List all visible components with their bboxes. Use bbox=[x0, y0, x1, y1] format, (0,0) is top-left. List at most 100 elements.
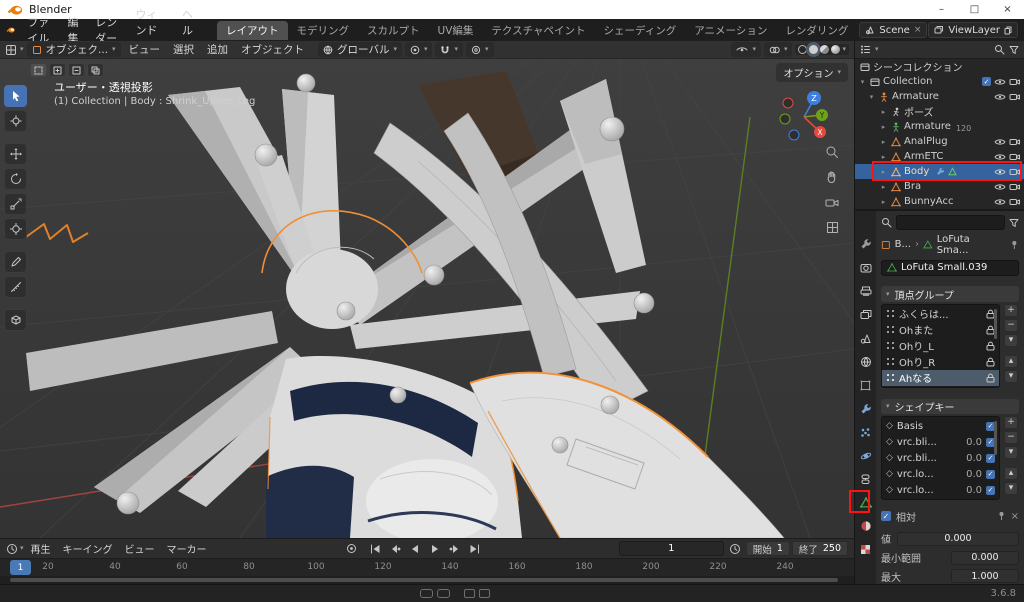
frame-start-field[interactable]: 開始 1 bbox=[746, 541, 790, 556]
pan-hand-icon[interactable] bbox=[823, 168, 841, 186]
disable-render-camera-icon[interactable] bbox=[1009, 77, 1020, 86]
menu-marker[interactable]: マーカー bbox=[162, 541, 212, 556]
move-group-down-button[interactable]: ▾ bbox=[1004, 370, 1018, 383]
tab-layout[interactable]: レイアウト bbox=[217, 21, 288, 40]
menu-timeline-view[interactable]: ビュー bbox=[120, 541, 160, 556]
shape-key-row[interactable]: ◇ vrc.lo... 0.0 ✓ bbox=[882, 482, 999, 498]
tab-object-data-icon[interactable] bbox=[858, 496, 874, 510]
collection-checkbox[interactable]: ✓ bbox=[982, 77, 991, 86]
expand-icon[interactable]: ▸ bbox=[879, 168, 888, 176]
outliner-editor-icon[interactable] bbox=[860, 44, 871, 55]
lock-icon[interactable] bbox=[986, 373, 995, 383]
tab-render-icon[interactable] bbox=[858, 261, 874, 275]
shading-wireframe-icon[interactable] bbox=[798, 45, 807, 54]
outliner-row-bra[interactable]: ▸ Bra bbox=[855, 179, 1024, 194]
expand-icon[interactable]: ▸ bbox=[879, 123, 888, 131]
outliner-row-armature[interactable]: ▾ Armature bbox=[855, 89, 1024, 104]
relative-checkbox[interactable]: ✓ bbox=[881, 511, 891, 521]
3d-viewport[interactable]: ユーザー・透視投影 (1) Collection | Body : Shrink… bbox=[0, 59, 854, 538]
vertex-group-specials-button[interactable]: ▾ bbox=[1004, 334, 1018, 347]
orientation-dropdown[interactable]: グローバル ▾ bbox=[318, 42, 402, 57]
tab-modifiers-icon[interactable] bbox=[858, 402, 874, 416]
shape-key-checkbox[interactable]: ✓ bbox=[986, 470, 995, 479]
outliner-editor-caret-icon[interactable]: ▾ bbox=[875, 46, 879, 53]
jump-to-end-button[interactable] bbox=[466, 541, 483, 556]
rotate-tool[interactable] bbox=[4, 168, 27, 190]
hide-eye-icon[interactable] bbox=[994, 198, 1006, 206]
menu-playback[interactable]: 再生 bbox=[26, 541, 56, 556]
clock-icon[interactable] bbox=[6, 543, 18, 555]
expand-icon[interactable]: ▾ bbox=[858, 78, 867, 86]
tab-world-icon[interactable] bbox=[858, 355, 874, 369]
remove-shape-key-button[interactable]: − bbox=[1004, 431, 1018, 444]
tab-uv-editing[interactable]: UV編集 bbox=[429, 21, 483, 40]
remove-vertex-group-button[interactable]: − bbox=[1004, 319, 1018, 332]
range-max-field[interactable]: 1.000 bbox=[951, 569, 1019, 583]
expand-icon[interactable]: ▸ bbox=[879, 108, 888, 116]
disable-render-camera-icon[interactable] bbox=[1009, 197, 1020, 206]
breadcrumb-data[interactable]: LoFuta Sma... bbox=[937, 234, 1003, 256]
filter-funnel-icon[interactable] bbox=[1009, 45, 1019, 55]
menu-select[interactable]: 選択 bbox=[168, 42, 199, 57]
shape-key-row[interactable]: ◇ vrc.bli... 0.0 ✓ bbox=[882, 434, 999, 450]
options-button[interactable]: オプション ▾ bbox=[776, 63, 848, 82]
vertex-group-row[interactable]: ふくらは... bbox=[882, 306, 999, 322]
zoom-icon[interactable] bbox=[823, 143, 841, 161]
shape-key-checkbox[interactable]: ✓ bbox=[986, 454, 995, 463]
vertex-group-row-active[interactable]: Ahなる bbox=[882, 370, 999, 386]
tab-viewlayer-icon[interactable] bbox=[858, 308, 874, 322]
mesh-name-field[interactable]: LoFuta Small.039 bbox=[881, 260, 1019, 277]
lock-icon[interactable] bbox=[986, 341, 995, 351]
outliner-row-armetc[interactable]: ▸ ArmETC bbox=[855, 149, 1024, 164]
shape-key-row[interactable]: ◇ Basis ✓ bbox=[882, 418, 999, 434]
expand-icon[interactable]: ▸ bbox=[879, 183, 888, 191]
tab-particles-icon[interactable] bbox=[858, 425, 874, 439]
auto-key-button[interactable] bbox=[343, 541, 360, 556]
vertex-groups-header[interactable]: ▾ 頂点グループ bbox=[881, 286, 1019, 302]
disable-render-camera-icon[interactable] bbox=[1009, 92, 1020, 101]
pin-icon[interactable] bbox=[997, 511, 1006, 521]
select-mode-new-icon[interactable] bbox=[30, 63, 47, 77]
shading-solid-icon[interactable] bbox=[809, 45, 818, 54]
select-mode-extend-icon[interactable] bbox=[49, 63, 66, 77]
tab-object-icon[interactable] bbox=[858, 378, 874, 392]
search-icon[interactable] bbox=[994, 44, 1005, 55]
hide-eye-icon[interactable] bbox=[994, 153, 1006, 161]
visibility-dropdown[interactable]: ▾ bbox=[731, 42, 761, 57]
outliner-row-analplug[interactable]: ▸ AnalPlug bbox=[855, 134, 1024, 149]
play-button[interactable] bbox=[426, 541, 443, 556]
annotate-tool[interactable] bbox=[4, 251, 27, 273]
pin-icon[interactable] bbox=[1010, 240, 1019, 250]
copy-icon[interactable] bbox=[1004, 26, 1012, 35]
tab-physics-icon[interactable] bbox=[858, 449, 874, 463]
minimize-button[interactable]: – bbox=[925, 0, 958, 19]
tab-texture-paint[interactable]: テクスチャペイント bbox=[482, 21, 594, 40]
shading-material-icon[interactable] bbox=[820, 45, 829, 54]
close-button[interactable]: × bbox=[991, 0, 1024, 19]
shape-key-checkbox[interactable]: ✓ bbox=[986, 486, 995, 495]
outliner-row-scene-collection[interactable]: シーンコレクション bbox=[855, 59, 1024, 74]
add-vertex-group-button[interactable]: + bbox=[1004, 304, 1018, 317]
outliner-row-bunnyacc[interactable]: ▸ BunnyAcc bbox=[855, 194, 1024, 209]
range-min-field[interactable]: 0.000 bbox=[951, 551, 1019, 565]
menu-view[interactable]: ビュー bbox=[124, 42, 166, 57]
shading-rendered-icon[interactable] bbox=[831, 45, 840, 54]
scene-selector[interactable]: Scene × bbox=[859, 22, 927, 38]
vertex-group-row[interactable]: Ohり_L bbox=[882, 338, 999, 354]
select-mode-intersect-icon[interactable] bbox=[87, 63, 104, 77]
disable-render-camera-icon[interactable] bbox=[1009, 152, 1020, 161]
tab-sculpting[interactable]: スカルプト bbox=[358, 21, 429, 40]
expand-icon[interactable]: ▾ bbox=[867, 93, 876, 101]
viewlayer-selector[interactable]: ViewLayer bbox=[928, 22, 1018, 38]
list-scrollbar[interactable] bbox=[994, 421, 997, 455]
expand-icon[interactable]: ▸ bbox=[879, 138, 888, 146]
playhead[interactable]: 1 bbox=[10, 560, 31, 575]
hide-eye-icon[interactable] bbox=[994, 78, 1006, 86]
shape-key-row[interactable]: ◇ vrc.lo... 0.0 ✓ bbox=[882, 466, 999, 482]
snap-dropdown[interactable]: ▾ bbox=[435, 42, 463, 57]
select-box-tool[interactable] bbox=[4, 85, 27, 107]
tab-animation[interactable]: アニメーション bbox=[685, 21, 776, 40]
tab-tool-icon[interactable] bbox=[858, 237, 874, 251]
maximize-button[interactable]: □ bbox=[958, 0, 991, 19]
hide-eye-icon[interactable] bbox=[994, 183, 1006, 191]
